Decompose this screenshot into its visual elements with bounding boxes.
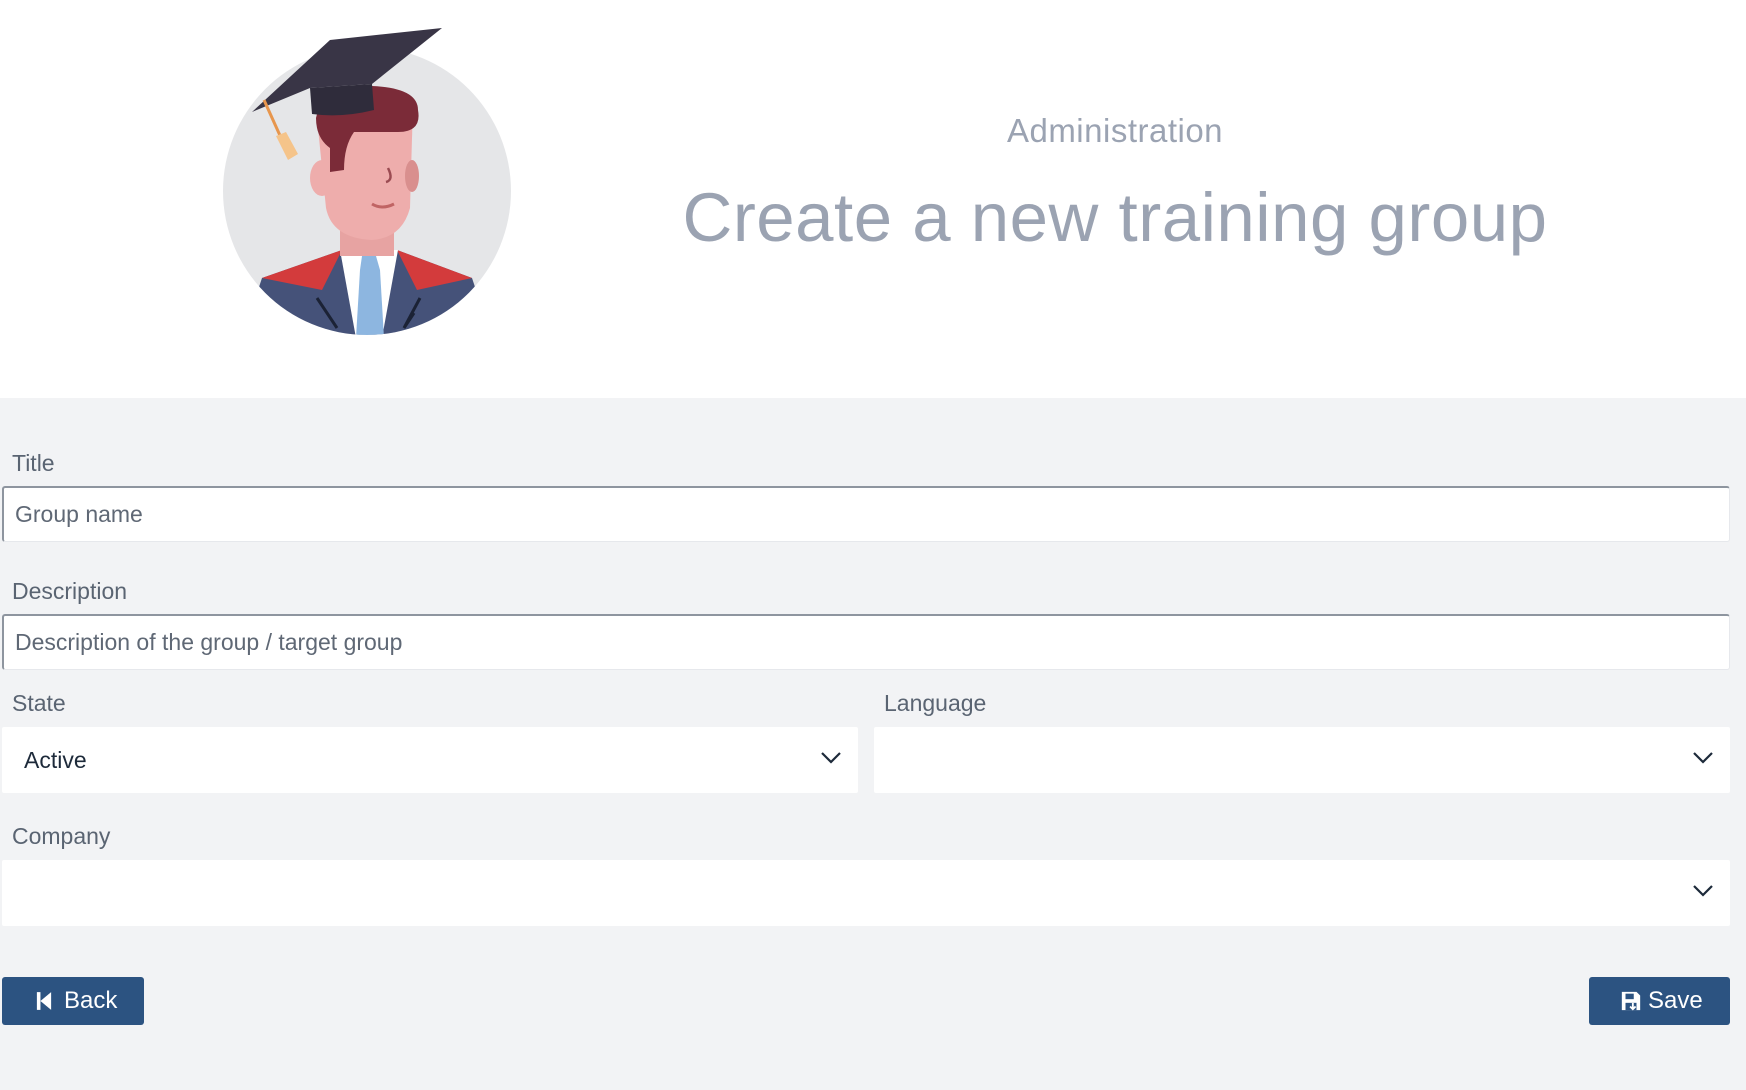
language-label: Language (884, 690, 987, 716)
step-backward-icon (36, 992, 52, 1010)
title-label: Title (12, 450, 55, 476)
description-input[interactable] (2, 614, 1730, 670)
title-input[interactable] (2, 486, 1730, 542)
company-select[interactable] (2, 860, 1730, 926)
page-title: Create a new training group (682, 179, 1548, 256)
page-header: Administration Create a new training gro… (0, 0, 1746, 398)
save-button-label: Save (1648, 987, 1703, 1014)
section-subtitle: Administration (1006, 112, 1224, 149)
back-button[interactable]: Back (2, 977, 144, 1025)
description-label: Description (12, 578, 128, 604)
state-select[interactable]: Active (2, 727, 858, 793)
save-button[interactable]: Save (1589, 977, 1730, 1025)
company-label: Company (12, 823, 111, 849)
graduate-avatar-icon (223, 28, 511, 335)
form-area: Title Description State Active Language … (0, 398, 1746, 1090)
chevron-down-icon (821, 752, 841, 764)
save-icon (1621, 991, 1641, 1011)
language-select[interactable] (874, 727, 1730, 793)
state-label: State (12, 690, 66, 716)
chevron-down-icon (1693, 752, 1713, 764)
chevron-down-icon (1693, 885, 1713, 897)
header-text: Administration Create a new training gro… (560, 0, 1670, 398)
state-selected-value: Active (24, 747, 87, 773)
back-button-label: Back (64, 987, 118, 1014)
